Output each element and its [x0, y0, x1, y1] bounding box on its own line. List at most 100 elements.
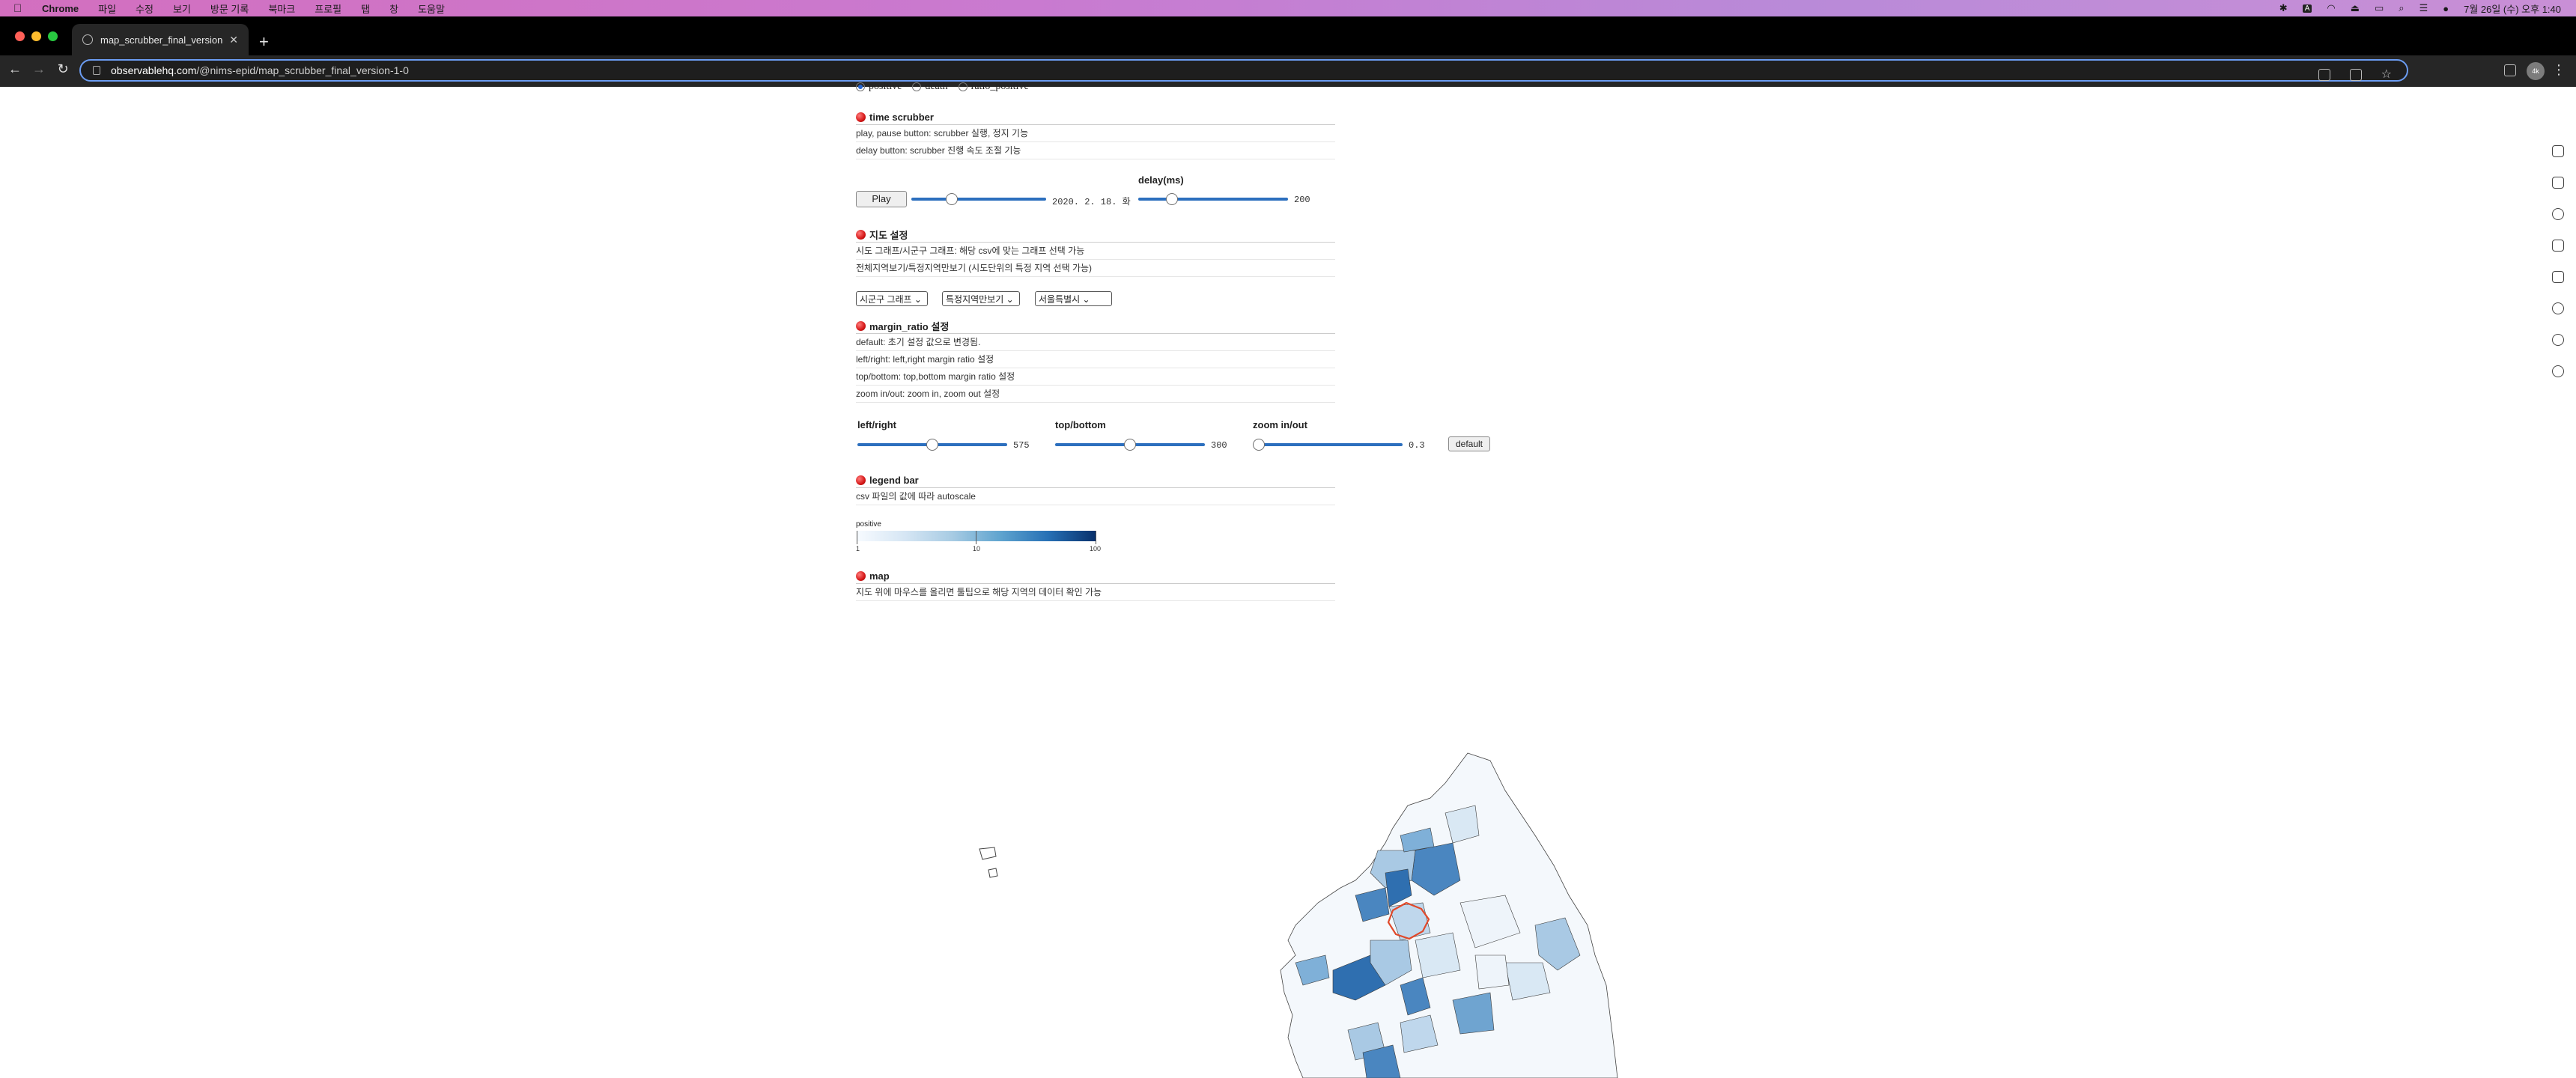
section-heading: map	[856, 570, 1335, 584]
heading-text: legend bar	[869, 475, 919, 486]
database-icon[interactable]	[2552, 177, 2564, 189]
radio-button[interactable]	[912, 82, 922, 91]
play-button[interactable]: Play	[856, 191, 907, 207]
legend-tick-label: 100	[1090, 545, 1102, 552]
description-line: 시도 그래프/시군구 그래프: 해당 csv에 맞는 그래프 선택 가능	[856, 243, 1335, 260]
radio-positive[interactable]: positive	[856, 81, 902, 93]
delay-slider[interactable]	[1138, 193, 1288, 205]
radio-death[interactable]: death	[912, 81, 948, 93]
menu-help[interactable]: 도움말	[418, 1, 445, 16]
slider-track	[911, 198, 1046, 201]
airplay-icon[interactable]: ⏏	[2351, 2, 2360, 14]
branch-icon[interactable]	[2552, 240, 2564, 252]
bookmark-star-icon[interactable]: ☆	[2381, 69, 2392, 81]
radio-ratio-positive[interactable]: ratio_positive	[958, 81, 1029, 93]
graph-type-select[interactable]: 시군구 그래프 ⌄	[856, 291, 928, 306]
control-center-icon[interactable]: ☰	[2419, 2, 2428, 14]
zoom-value: 0.3	[1409, 440, 1425, 451]
menu-profiles[interactable]: 프로필	[315, 1, 341, 16]
section-heading: time scrubber	[856, 112, 1335, 125]
map-island	[988, 868, 998, 878]
section-heading: 지도 설정	[856, 229, 1335, 243]
browser-tab[interactable]: map_scrubber_final_version-1 ✕	[72, 24, 249, 55]
top-bottom-value: 300	[1211, 440, 1227, 451]
side-panel-icon[interactable]	[2504, 64, 2516, 76]
address-bar[interactable]: observablehq.com /@nims-epid/map_scrubbe…	[79, 59, 2408, 82]
battery-icon[interactable]: ▭	[2375, 2, 2384, 14]
slider-thumb[interactable]	[946, 193, 958, 205]
menu-tab[interactable]: 탭	[361, 1, 370, 16]
region-select[interactable]: 서울특별시 ⌄	[1035, 291, 1112, 306]
pin-icon[interactable]	[2552, 145, 2564, 157]
apple-icon[interactable]: 	[13, 2, 27, 15]
siri-icon[interactable]: ●	[2443, 3, 2449, 14]
menu-file[interactable]: 파일	[98, 1, 116, 16]
chevron-down-icon: ⌄	[914, 294, 922, 305]
red-dot-icon	[856, 321, 866, 331]
menu-edit[interactable]: 수정	[136, 1, 154, 16]
search-icon[interactable]	[2552, 334, 2564, 346]
slider-thumb[interactable]	[926, 439, 938, 451]
menu-app-name[interactable]: Chrome	[42, 3, 79, 14]
slider-thumb[interactable]	[1166, 193, 1178, 205]
red-dot-icon	[856, 230, 866, 240]
left-right-slider[interactable]	[857, 439, 1007, 451]
map-settings-section: 지도 설정 시도 그래프/시군구 그래프: 해당 csv에 맞는 그래프 선택 …	[856, 229, 1335, 277]
radio-button[interactable]	[856, 82, 865, 91]
slider-thumb[interactable]	[1253, 439, 1265, 451]
default-button[interactable]: default	[1448, 436, 1490, 451]
select-value: 특정지역만보기	[946, 294, 1004, 305]
wifi-icon[interactable]: ◠	[2327, 2, 2335, 14]
map-region	[1474, 954, 1510, 990]
date-scrubber-slider[interactable]	[911, 193, 1046, 205]
heading-text: 지도 설정	[869, 230, 908, 241]
region-mode-select[interactable]: 특정지역만보기 ⌄	[942, 291, 1020, 306]
eye-icon[interactable]	[2552, 302, 2564, 314]
new-tab-button[interactable]: +	[259, 34, 269, 50]
menu-view[interactable]: 보기	[173, 1, 191, 16]
radio-label: ratio_positive	[970, 81, 1029, 92]
menubar-clock[interactable]: 7월 26일 (수) 오후 1:40	[2464, 1, 2561, 16]
description-line: play, pause button: scrubber 실행, 정지 기능	[856, 125, 1335, 142]
legend-tick-label: 10	[973, 545, 981, 552]
input-source-icon[interactable]: A	[2302, 4, 2312, 13]
chevron-down-icon: ⌄	[1082, 294, 1090, 305]
description-line: csv 파일의 값에 따라 autoscale	[856, 488, 1335, 505]
lock-icon[interactable]	[93, 66, 100, 75]
left-right-value: 575	[1013, 440, 1030, 451]
top-bottom-slider[interactable]	[1055, 439, 1205, 451]
profile-avatar[interactable]: 4k	[2527, 62, 2545, 80]
translate-icon[interactable]	[2318, 69, 2330, 81]
date-value: 2020. 2. 18. 화	[1052, 197, 1131, 207]
close-tab-icon[interactable]: ✕	[229, 34, 238, 46]
help-icon[interactable]	[2552, 365, 2564, 377]
observable-side-panel	[2552, 145, 2567, 397]
menu-window[interactable]: 창	[389, 1, 398, 16]
package-icon[interactable]	[2552, 271, 2564, 283]
reload-button[interactable]: ↻	[54, 61, 72, 77]
slider-thumb[interactable]	[1124, 439, 1136, 451]
bluetooth-icon[interactable]: ✱	[2279, 2, 2288, 14]
back-button[interactable]: ←	[6, 61, 24, 77]
map-region	[1452, 992, 1495, 1035]
chrome-menu-icon[interactable]: ⋮	[2552, 62, 2566, 78]
choropleth-map[interactable]	[1071, 656, 1640, 1078]
tab-strip: map_scrubber_final_version-1 ✕ +	[0, 16, 2576, 55]
minimize-window-button[interactable]	[31, 31, 41, 41]
left-right-label: left/right	[857, 419, 896, 430]
menu-history[interactable]: 방문 기록	[210, 1, 249, 16]
history-icon[interactable]	[2552, 208, 2564, 220]
menu-bookmarks[interactable]: 북마크	[268, 1, 295, 16]
forward-button[interactable]: →	[30, 61, 48, 77]
share-icon[interactable]	[2349, 69, 2362, 81]
spotlight-icon[interactable]: ⌕	[2399, 2, 2404, 14]
maximize-window-button[interactable]	[48, 31, 58, 41]
description-line: zoom in/out: zoom in, zoom out 설정	[856, 386, 1335, 403]
select-value: 서울특별시	[1039, 294, 1081, 305]
section-heading: legend bar	[856, 475, 1335, 488]
heading-text: margin_ratio 설정	[869, 321, 950, 332]
radio-button[interactable]	[958, 82, 967, 91]
description-line: left/right: left,right margin ratio 설정	[856, 351, 1335, 368]
close-window-button[interactable]	[15, 31, 25, 41]
zoom-slider[interactable]	[1253, 439, 1403, 451]
